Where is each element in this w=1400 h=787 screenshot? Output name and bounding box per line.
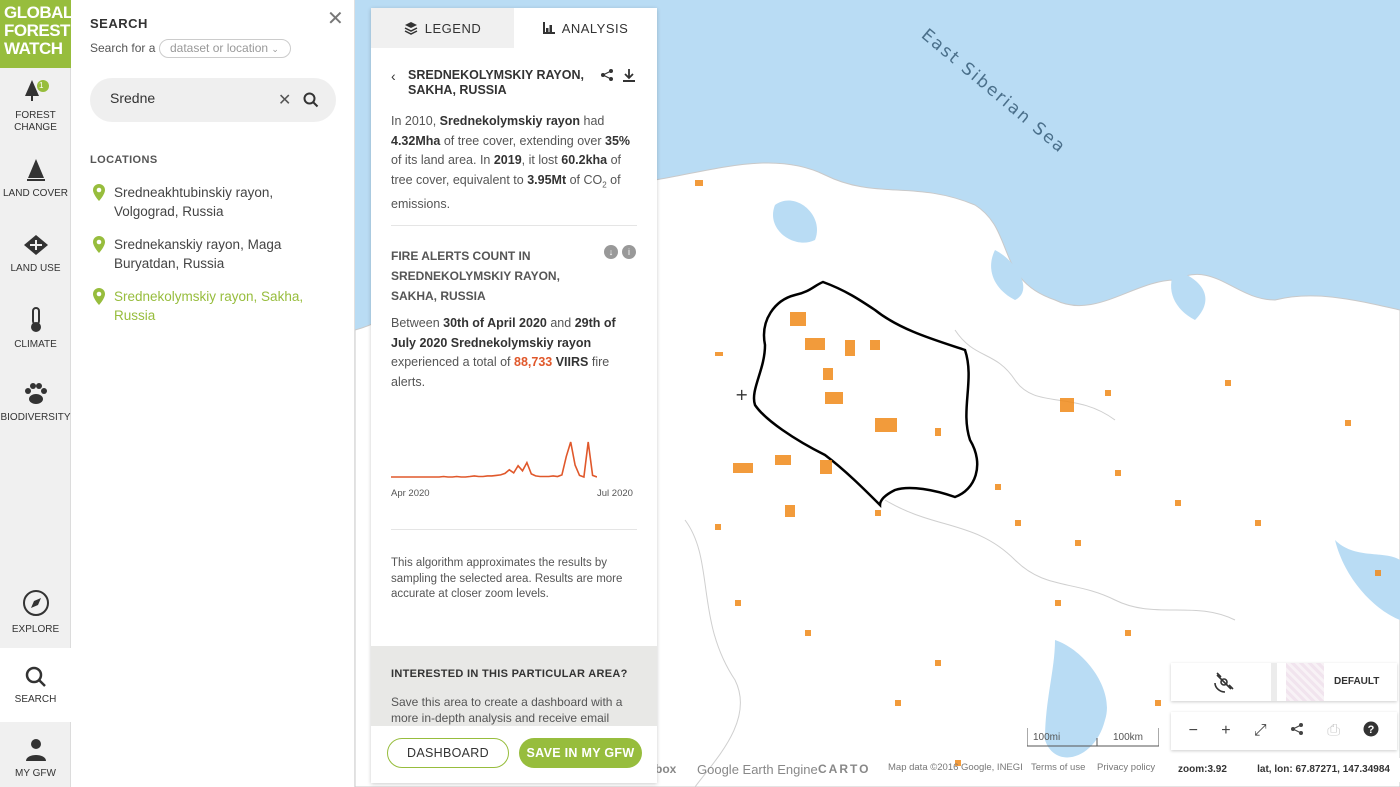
satellite-toggle[interactable] [1171, 663, 1277, 701]
divider [391, 529, 637, 530]
location-pin-icon [93, 288, 105, 305]
promo-heading: INTERESTED IN THIS PARTICULAR AREA? [391, 668, 628, 680]
search-type-dropdown[interactable]: dataset or location ⌄ [159, 39, 291, 58]
satellite-icon [1214, 672, 1234, 693]
help-icon[interactable]: ? [1363, 721, 1379, 742]
left-nav: GLOBAL FOREST WATCH 1 FOREST CHANGE LAND… [0, 0, 73, 787]
nav-explore[interactable]: EXPLORE [0, 588, 71, 635]
location-pin-icon [93, 184, 105, 201]
locations-heading: LOCATIONS [90, 154, 158, 166]
search-icon[interactable] [303, 92, 319, 108]
close-icon[interactable]: ✕ [327, 6, 344, 31]
nav-land-cover[interactable]: LAND COVER [0, 158, 71, 199]
widget-download-icon[interactable]: ↓ [604, 245, 618, 259]
forest-change-badge: 1 [39, 81, 44, 90]
scale-km: 100km [1113, 732, 1144, 743]
zoom-out-button[interactable]: − [1189, 722, 1198, 740]
privacy-link[interactable]: Privacy policy [1097, 762, 1155, 773]
clear-search-icon[interactable]: ✕ [278, 90, 291, 110]
panel-tabs: LEGEND ANALYSIS [371, 8, 657, 48]
fire-alerts-title: FIRE ALERTS COUNT IN SREDNEKOLYMSKIY RAYO… [391, 249, 560, 303]
save-area-promo: INTERESTED IN THIS PARTICULAR AREA? Save… [371, 646, 657, 726]
zoom-in-button[interactable]: + [1221, 722, 1230, 740]
compass-icon [22, 590, 49, 616]
land-cover-icon [26, 159, 45, 181]
back-arrow-icon[interactable]: ‹ [391, 68, 396, 84]
tab-analysis[interactable]: ANALYSIS [514, 8, 657, 48]
mapbox-attrib[interactable]: box [655, 762, 676, 776]
basemap-thumbnail[interactable] [1286, 663, 1324, 701]
fire-alerts-summary: Between 30th of April 2020 and 29th of J… [391, 316, 616, 389]
svg-text:?: ? [1368, 724, 1375, 736]
user-icon [25, 739, 46, 761]
tree-cover-summary: In 2010, Srednekolymskiy rayon had 4.32M… [391, 114, 631, 211]
location-pin-icon [93, 236, 105, 253]
nav-search[interactable]: SEARCH [0, 648, 71, 722]
chart-x-end: Jul 2020 [597, 488, 633, 499]
print-icon[interactable]: ⎙ [1327, 722, 1340, 740]
divider [391, 225, 637, 226]
analysis-panel: LEGEND ANALYSIS ‹ SREDNEKOLYMSKIY RAYON,… [371, 8, 657, 783]
save-in-my-gfw-button[interactable]: SAVE IN MY GFW [519, 738, 642, 768]
terms-link[interactable]: Terms of use [1031, 762, 1085, 773]
paw-icon [24, 383, 47, 404]
coords-readout: lat, lon: 67.87271, 147.34984 [1227, 758, 1400, 782]
chevron-down-icon: ⌄ [271, 44, 279, 54]
location-result[interactable]: Sredneakhtubinskiy rayon, Volgograd, Russ… [90, 183, 330, 221]
analysis-body: ‹ SREDNEKOLYMSKIY RAYON, SAKHA, RUSSIA In… [371, 48, 657, 648]
share-icon[interactable] [1290, 722, 1304, 741]
thermometer-icon [30, 307, 41, 332]
forest-change-icon [24, 80, 49, 101]
svg-text:+: + [735, 385, 748, 404]
basemap-label: DEFAULT [1334, 676, 1380, 687]
chart-x-start: Apr 2020 [391, 488, 430, 499]
info-icon[interactable]: i [622, 245, 636, 259]
algorithm-note: This algorithm approximates the results … [391, 557, 623, 600]
fullscreen-icon[interactable]: ⤢ [1254, 722, 1267, 740]
share-icon[interactable] [600, 68, 614, 82]
search-title: SEARCH [90, 16, 148, 31]
panel-footer: DASHBOARD SAVE IN MY GFW [371, 726, 657, 783]
bar-chart-icon [542, 22, 555, 34]
layers-icon [404, 22, 418, 35]
gee-attrib[interactable]: Google Earth Engine [697, 762, 818, 777]
dashboard-button[interactable]: DASHBOARD [387, 738, 509, 768]
widget-actions: ↓ i [604, 245, 636, 259]
download-icon[interactable] [622, 68, 636, 82]
map-controls: − + ⤢ ⎙ ? [1171, 712, 1397, 750]
scale-bar: 100mi 100km [1026, 728, 1160, 748]
area-title: SREDNEKOLYMSKIY RAYON, SAKHA, RUSSIA [408, 68, 584, 97]
search-for-label: Search for a [90, 41, 156, 55]
nav-forest-change[interactable]: 1 FOREST CHANGE [0, 78, 71, 134]
basemap-selector[interactable]: DEFAULT [1171, 663, 1397, 701]
carto-attrib[interactable]: CARTO [818, 762, 870, 776]
location-result-selected[interactable]: Srednekolymskiy rayon, Sakha, Russia [90, 287, 330, 325]
nav-my-gfw[interactable]: MY GFW [0, 738, 71, 779]
location-result[interactable]: Srednekanskiy rayon, Maga Buryatdan, Russ… [90, 235, 330, 273]
search-icon [25, 666, 46, 687]
nav-land-use[interactable]: LAND USE [0, 233, 71, 274]
fire-alerts-chart[interactable] [391, 440, 597, 480]
tab-legend[interactable]: LEGEND [371, 8, 514, 48]
search-input[interactable] [110, 90, 270, 106]
fire-series-line [391, 441, 597, 479]
nav-climate[interactable]: CLIMATE [0, 307, 71, 350]
scale-mi: 100mi [1033, 732, 1061, 743]
land-use-icon [23, 235, 48, 255]
promo-text: Save this area to create a dashboard wit… [391, 695, 623, 725]
mapdata-attrib: Map data ©2016 Google, INEGI [888, 762, 1023, 773]
nav-biodiversity[interactable]: BIODIVERSITY [0, 382, 71, 423]
search-panel: SEARCH ✕ Search for a dataset or locatio… [71, 0, 355, 787]
search-box: ✕ [90, 78, 336, 122]
gfw-logo[interactable]: GLOBAL FOREST WATCH [0, 0, 73, 68]
